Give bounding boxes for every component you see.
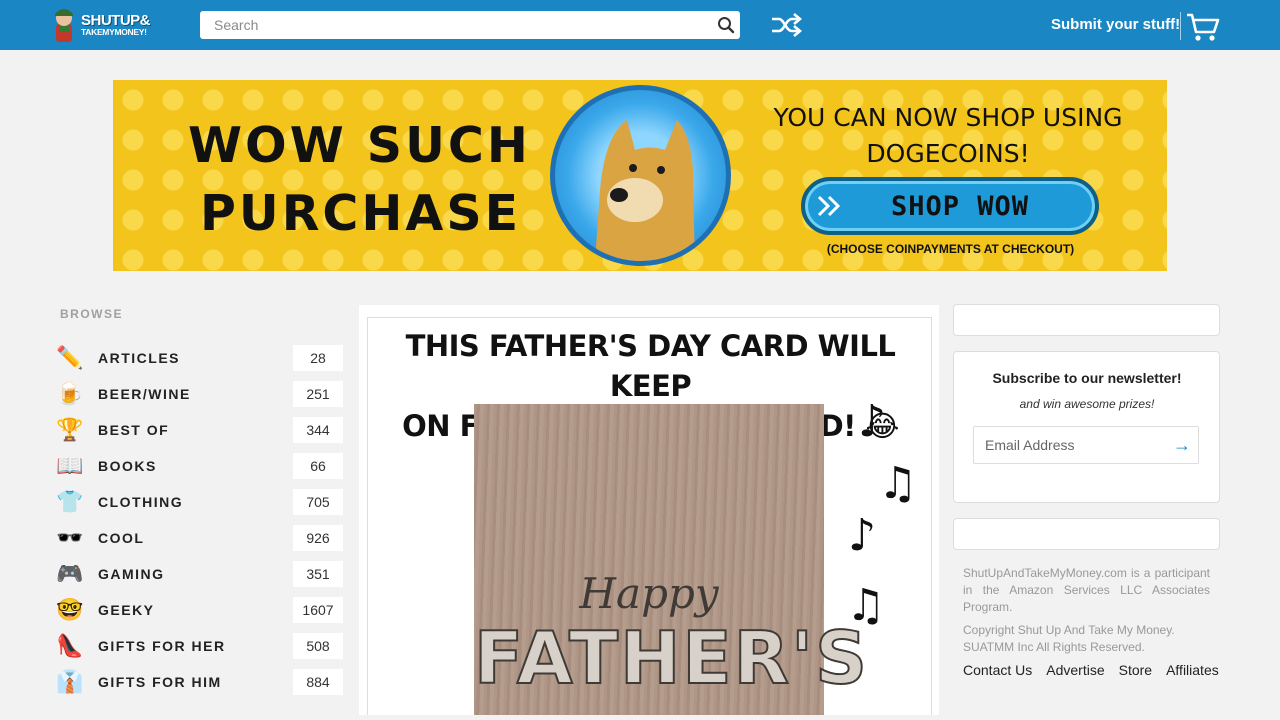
high-heel-icon: 👠: [56, 633, 84, 658]
shop-wow-label: SHOP WOW: [890, 190, 1030, 222]
category-count: 926: [293, 525, 343, 551]
cart-icon: [1187, 13, 1220, 41]
card-title-line1: THIS FATHER'S DAY CARD WILL KEEP: [405, 329, 896, 403]
music-note-icon: ♪: [848, 510, 877, 561]
checkout-note: (CHOOSE COINPAYMENTS AT CHECKOUT): [826, 242, 1075, 256]
logo-text-line2: TAKEMYMONEY!: [81, 27, 147, 38]
category-item[interactable]: 👠 GIFTS FOR HER 508: [56, 628, 346, 664]
logo-text-line1: SHUTUP&: [81, 12, 151, 30]
search-input[interactable]: [200, 11, 712, 39]
search-icon: [718, 17, 735, 34]
category-count: 28: [293, 345, 343, 371]
search-button[interactable]: [712, 11, 740, 39]
newsletter-box: Subscribe to our newsletter! and win awe…: [953, 351, 1220, 503]
category-item[interactable]: 🍺 BEER/WINE 251: [56, 376, 346, 412]
double-chevron-icon: [805, 181, 855, 231]
category-label: GEEKY: [98, 602, 155, 618]
subscribe-button[interactable]: →: [1166, 428, 1198, 462]
category-label: COOL: [98, 530, 145, 546]
necktie-icon: 👔: [56, 669, 84, 694]
footer-link-store[interactable]: Store: [1119, 662, 1152, 678]
product-card-image[interactable]: THIS FATHER'S DAY CARD WILL KEEP ON FART…: [367, 317, 932, 715]
gamepad-icon: 🎮: [56, 561, 84, 586]
fathers-day-card-photo: Happy FATHER'S: [473, 404, 869, 715]
pencil-icon: ✏️: [56, 345, 84, 370]
category-item[interactable]: 📖 BOOKS 66: [56, 448, 346, 484]
photo-text-happy: Happy: [579, 569, 719, 618]
category-count: 351: [293, 561, 343, 587]
music-notes-icon: ♫: [846, 580, 886, 631]
banner-headline-line2: PURCHASE: [200, 185, 522, 242]
category-list: ✏️ ARTICLES 28 🍺 BEER/WINE 251 🏆 BEST OF…: [56, 340, 346, 700]
music-note-icon: ♪: [858, 396, 887, 447]
category-label: CLOTHING: [98, 494, 184, 510]
category-label: GIFTS FOR HIM: [98, 674, 222, 690]
category-count: 66: [293, 453, 343, 479]
ad-slot-bottom: [953, 518, 1220, 550]
product-card[interactable]: THIS FATHER'S DAY CARD WILL KEEP ON FART…: [359, 305, 939, 715]
copyright-text: Copyright Shut Up And Take My Money. SUA…: [963, 623, 1175, 654]
category-label: BEST OF: [98, 422, 170, 438]
email-field-wrapper: →: [973, 426, 1199, 464]
banner-text-line1: YOU CAN NOW SHOP USING: [773, 103, 1123, 132]
trophy-icon: 🏆: [56, 417, 84, 442]
browse-heading: BROWSE: [60, 307, 123, 321]
header-divider: [1180, 12, 1181, 40]
shuffle-icon: [772, 13, 803, 37]
category-count: 705: [293, 489, 343, 515]
banner-headline-line1: WOW SUCH: [188, 117, 531, 174]
beer-icon: 🍺: [56, 381, 84, 406]
banner-text-line2: DOGECOINS!: [866, 139, 1030, 168]
shuffle-button[interactable]: [770, 12, 803, 38]
footer-link-contact[interactable]: Contact Us: [963, 662, 1032, 678]
cart-button[interactable]: [1186, 12, 1220, 42]
category-count: 884: [293, 669, 343, 695]
book-icon: 📖: [56, 453, 84, 478]
category-item[interactable]: 👔 GIFTS FOR HIM 884: [56, 664, 346, 700]
category-label: BEER/WINE: [98, 386, 191, 402]
newsletter-subtitle: and win awesome prizes!: [1019, 397, 1155, 411]
category-item[interactable]: 🤓 GEEKY 1607: [56, 592, 346, 628]
pacman-icon: 🤓: [56, 597, 84, 622]
newsletter-title: Subscribe to our newsletter!: [992, 370, 1182, 386]
category-item[interactable]: 🏆 BEST OF 344: [56, 412, 346, 448]
top-navbar: SHUTUP& TAKEMYMONEY! Submit your stuff!: [0, 0, 1280, 50]
logo-mascot-icon: [50, 6, 78, 44]
category-item[interactable]: 👕 CLOTHING 705: [56, 484, 346, 520]
sunglasses-icon: 🕶️: [56, 525, 84, 550]
email-field[interactable]: [974, 428, 1166, 462]
category-label: BOOKS: [98, 458, 157, 474]
category-count: 1607: [293, 597, 343, 623]
shop-wow-button[interactable]: SHOP WOW: [801, 177, 1099, 235]
photo-text-fathers: FATHER'S: [473, 615, 869, 701]
category-label: GIFTS FOR HER: [98, 638, 226, 654]
footer-link-advertise[interactable]: Advertise: [1046, 662, 1104, 678]
category-count: 251: [293, 381, 343, 407]
arrow-right-icon: →: [1173, 434, 1191, 455]
category-item[interactable]: 🕶️ COOL 926: [56, 520, 346, 556]
dogecoin-promo-banner[interactable]: WOW SUCH PURCHASE YOU CAN NOW SHOP USING…: [113, 80, 1167, 271]
category-count: 344: [293, 417, 343, 443]
submit-stuff-link[interactable]: Submit your stuff!: [1051, 16, 1180, 33]
category-item[interactable]: ✏️ ARTICLES 28: [56, 340, 346, 376]
ad-slot-top: [953, 304, 1220, 336]
search-bar: [200, 11, 740, 39]
category-count: 508: [293, 633, 343, 659]
category-label: GAMING: [98, 566, 165, 582]
amazon-disclosure: ShutUpAndTakeMyMoney.com is a participan…: [963, 566, 1210, 614]
tshirt-icon: 👕: [56, 489, 84, 514]
footer-links: Contact Us Advertise Store Affiliates: [963, 662, 1219, 678]
category-label: ARTICLES: [98, 350, 180, 366]
music-notes-icon: ♫: [878, 458, 918, 509]
site-logo[interactable]: SHUTUP& TAKEMYMONEY!: [50, 6, 160, 44]
footer-link-affiliates[interactable]: Affiliates: [1166, 662, 1219, 678]
category-item[interactable]: 🎮 GAMING 351: [56, 556, 346, 592]
doge-image: [550, 85, 731, 266]
